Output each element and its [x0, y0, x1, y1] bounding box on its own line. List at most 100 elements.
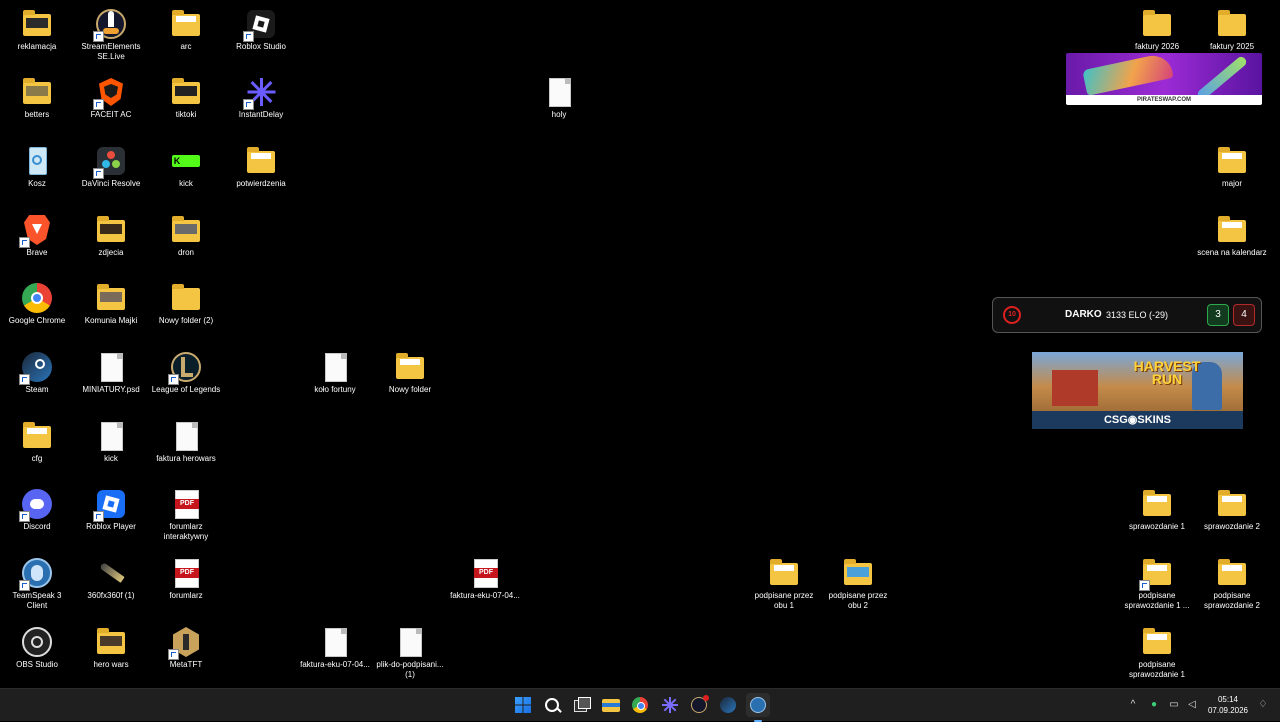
desktop-icon-major[interactable]: major	[1195, 141, 1269, 209]
faceit-ac-icon	[93, 76, 127, 110]
desktop-icon-discord[interactable]: Discord	[0, 484, 74, 552]
desktop-icon-faktura-eku-pdf[interactable]: PDF faktura-eku-07-04...	[448, 553, 522, 621]
notification-bell-icon[interactable]: ♢	[1257, 699, 1269, 711]
desktop-icon-faceit-ac[interactable]: FACEIT AC	[74, 72, 148, 140]
windows-start-icon[interactable]	[511, 693, 535, 717]
search-icon[interactable]	[540, 693, 564, 717]
pirateswap-ad-widget[interactable]: PIRATESWAP.COM	[1066, 53, 1262, 105]
desktop-icon-sprawozdanie-2[interactable]: sprawozdanie 2	[1195, 484, 1269, 552]
desktop-icon-nowy-folder[interactable]: Nowy folder	[373, 347, 447, 415]
faceit-elo-widget: 10 DARKO 3133 ELO (-29) 3 4	[992, 297, 1262, 333]
desktop-icon-league-of-legends[interactable]: League of Legends	[149, 347, 223, 415]
desktop-icon-holy[interactable]: holy	[522, 72, 596, 140]
icon-label: OBS Studio	[16, 660, 58, 669]
desktop-icon-forumlarz[interactable]: PDF forumlarz	[149, 553, 223, 621]
desktop-icon-metatft[interactable]: MetaTFT	[149, 622, 223, 690]
desktop-icon-podpisane-sprawozdanie-1-shortcut[interactable]: podpisane sprawozdanie 1 ...	[1120, 553, 1194, 621]
network-icon[interactable]: ▭	[1168, 699, 1180, 711]
desktop-icon-kick-app[interactable]: K kick	[149, 141, 223, 209]
volume-icon[interactable]: ◁	[1186, 699, 1198, 711]
icon-label: DaVinci Resolve	[81, 179, 141, 188]
desktop-icon-arc[interactable]: arc	[149, 4, 223, 72]
icon-label: Steam	[25, 385, 49, 394]
desktop-icon-obs-studio[interactable]: OBS Studio	[0, 622, 74, 690]
icon-label: betters	[24, 110, 50, 119]
icon-label: 360fx360f (1)	[87, 591, 135, 600]
file-icon	[101, 353, 123, 382]
icon-label: Roblox Studio	[236, 42, 286, 51]
barn-image	[1052, 370, 1098, 406]
icon-label: TeamSpeak 3 Client	[12, 591, 62, 610]
icon-label: hero wars	[93, 660, 129, 669]
icon-label: League of Legends	[151, 385, 221, 394]
icon-label: FACEIT AC	[90, 110, 132, 119]
icon-label: sprawozdanie 1	[1128, 522, 1186, 531]
desktop-icon-potwierdzenia[interactable]: potwierdzenia	[224, 141, 298, 209]
desktop-icon-roblox-studio[interactable]: Roblox Studio	[224, 4, 298, 72]
desktop-icon-davinci-resolve[interactable]: DaVinci Resolve	[74, 141, 148, 209]
discord-icon	[19, 488, 53, 522]
pdf-icon: PDF	[474, 559, 498, 588]
desktop-icon-podpisane-sprawozdanie-2[interactable]: podpisane sprawozdanie 2	[1195, 553, 1269, 621]
teamspeak-icon[interactable]	[746, 693, 770, 722]
desktop-icon-instantdelay[interactable]: InstantDelay	[224, 72, 298, 140]
icon-label: faktura-eku-07-04...	[450, 591, 520, 600]
desktop-icon-steam[interactable]: Steam	[0, 347, 74, 415]
chevron-up-icon[interactable]: ^	[1127, 699, 1139, 711]
desktop-icon-reklamacja[interactable]: reklamacja	[0, 4, 74, 72]
desktop-icon-brave[interactable]: Brave	[0, 210, 74, 278]
desktop-icon-kick-file[interactable]: kick	[74, 416, 148, 484]
desktop-icon-teamspeak[interactable]: TeamSpeak 3 Client	[0, 553, 74, 621]
chrome-icon[interactable]	[628, 693, 652, 717]
desktop-icon-streamelements[interactable]: StreamElements SE.Live	[74, 4, 148, 72]
icon-label: scena na kalendarz	[1197, 248, 1267, 257]
davinci-resolve-icon	[93, 145, 127, 179]
desktop-icon-zdjecia[interactable]: zdjecia	[74, 210, 148, 278]
taskbar-clock[interactable]: 05:14 07.09.2026	[1202, 694, 1254, 716]
brave-icon	[19, 214, 53, 248]
desktop[interactable]: reklamacja betters Kosz Brave Google Chr…	[0, 0, 1280, 688]
desktop-icon-kosz[interactable]: Kosz	[0, 141, 74, 209]
desktop-icon-scena-na-kalendarz[interactable]: scena na kalendarz	[1195, 210, 1269, 278]
instantdelay-icon[interactable]	[658, 693, 682, 717]
desktop-icon-miniatury-psd[interactable]: MINIATURY.psd	[74, 347, 148, 415]
desktop-icon-kolo-fortuny[interactable]: koło fortuny	[298, 347, 372, 415]
desktop-icon-nowy-folder-2[interactable]: Nowy folder (2)	[149, 278, 223, 346]
desktop-icon-podpisane-przez-obu-1[interactable]: podpisane przez obu 1	[747, 553, 821, 621]
file-icon	[101, 422, 123, 451]
pdf-icon: PDF	[175, 490, 199, 519]
desktop-icon-roblox-player[interactable]: Roblox Player	[74, 484, 148, 552]
microphone-icon[interactable]: ●	[1148, 699, 1160, 711]
folder-icon	[172, 284, 200, 310]
icon-label: podpisane przez obu 1	[754, 591, 814, 610]
icon-label: cfg	[31, 454, 43, 463]
desktop-icon-faktura-eku-txt[interactable]: faktura-eku-07-04...	[298, 622, 372, 690]
desktop-icon-podpisane-sprawozdanie-1[interactable]: podpisane sprawozdanie 1	[1120, 622, 1194, 690]
desktop-icon-cfg[interactable]: cfg	[0, 416, 74, 484]
steam-icon[interactable]	[716, 693, 740, 717]
desktop-icon-komunia-majki[interactable]: Komunia Majki	[74, 278, 148, 346]
desktop-icon-google-chrome[interactable]: Google Chrome	[0, 278, 74, 346]
folder-icon	[1218, 10, 1246, 36]
icon-label: InstantDelay	[238, 110, 284, 119]
desktop-icon-forumlarz-interaktywny[interactable]: PDF forumlarz interaktywny	[149, 484, 223, 552]
icon-label: arc	[180, 42, 192, 51]
icon-label: dron	[177, 248, 194, 257]
desktop-icon-podpisane-przez-obu-2[interactable]: podpisane przez obu 2	[821, 553, 895, 621]
streamelements-icon[interactable]	[687, 693, 711, 717]
skin-gun-image	[1082, 53, 1174, 96]
desktop-icon-sprawozdanie-1[interactable]: sprawozdanie 1	[1120, 484, 1194, 552]
desktop-icon-faktura-herowars[interactable]: faktura herowars	[149, 416, 223, 484]
desktop-icon-360fx360f[interactable]: 360fx360f (1)	[74, 553, 148, 621]
desktop-icon-betters[interactable]: betters	[0, 72, 74, 140]
desktop-icon-plik-do-podpisania[interactable]: plik-do-podpisani... (1)	[373, 622, 447, 690]
harvest-run-ad-widget[interactable]: HARVEST RUN CSG◉SKINS	[1032, 352, 1243, 429]
desktop-icon-hero-wars[interactable]: hero wars	[74, 622, 148, 690]
desktop-icon-tiktoki[interactable]: tiktoki	[149, 72, 223, 140]
icon-label: sprawozdanie 2	[1203, 522, 1261, 531]
icon-label: MetaTFT	[169, 660, 203, 669]
task-view-icon[interactable]	[570, 693, 594, 717]
desktop-icon-dron[interactable]: dron	[149, 210, 223, 278]
file-explorer-icon[interactable]	[599, 693, 623, 717]
pdf-icon: PDF	[175, 559, 199, 588]
